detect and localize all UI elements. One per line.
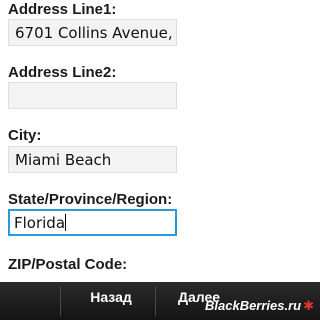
- address-line2-label: Address Line2:: [8, 64, 117, 81]
- toolbar-divider: [60, 286, 61, 316]
- star-icon: ✱: [303, 298, 315, 313]
- address-form: Address Line1: 6701 Collins Avenue, Addr…: [0, 0, 320, 282]
- state-label: State/Province/Region:: [8, 191, 173, 208]
- address-line1-label: Address Line1:: [8, 1, 117, 18]
- state-field-value: Florida: [14, 214, 66, 232]
- address-line1-field[interactable]: 6701 Collins Avenue,: [8, 19, 177, 46]
- city-field[interactable]: Miami Beach: [8, 146, 177, 173]
- address-line2-field[interactable]: [8, 82, 177, 109]
- back-button[interactable]: Назад: [68, 282, 154, 320]
- zip-label: ZIP/Postal Code:: [8, 256, 128, 273]
- state-field[interactable]: Florida: [8, 209, 177, 236]
- city-label: City:: [8, 127, 42, 144]
- text-caret: [65, 214, 67, 231]
- watermark-text: BlackBerries.ru: [205, 298, 302, 313]
- watermark: BlackBerries.ru ✱: [205, 298, 314, 314]
